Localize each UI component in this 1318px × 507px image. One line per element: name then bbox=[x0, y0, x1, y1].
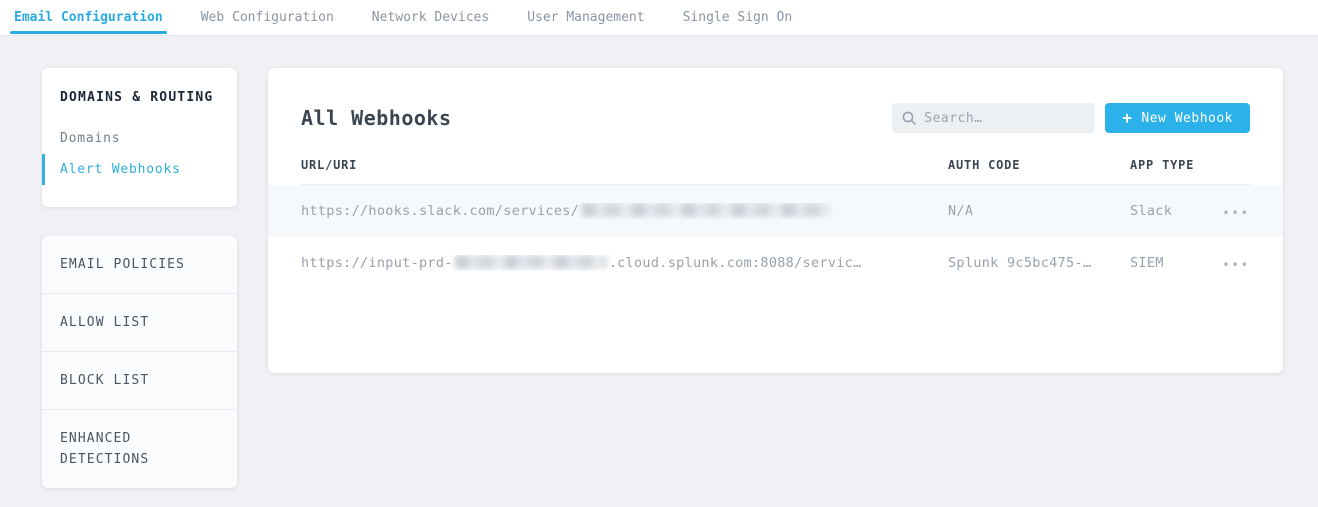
redacted-url-segment bbox=[582, 203, 830, 217]
column-header-url: URL/URI bbox=[301, 158, 948, 172]
column-header-app: APP TYPE bbox=[1130, 158, 1208, 172]
tab-single-sign-on[interactable]: Single Sign On bbox=[679, 0, 797, 35]
sidebar-item-block-list[interactable]: BLOCK LIST bbox=[42, 352, 237, 410]
table-row[interactable]: https://hooks.slack.com/services/ N/A Sl… bbox=[268, 185, 1283, 237]
top-tab-bar: Email Configuration Web Configuration Ne… bbox=[0, 0, 1318, 36]
sidebar-item-enhanced-detections[interactable]: ENHANCED DETECTIONS bbox=[42, 410, 237, 488]
sidebar-item-email-policies[interactable]: EMAIL POLICIES bbox=[42, 236, 237, 294]
search-input[interactable] bbox=[924, 111, 1085, 126]
tab-network-devices[interactable]: Network Devices bbox=[368, 0, 493, 35]
page-title: All Webhooks bbox=[301, 106, 892, 130]
page-content: DOMAINS & ROUTING Domains Alert Webhooks… bbox=[0, 36, 1318, 488]
app-type-cell: SIEM bbox=[1130, 255, 1208, 271]
tab-web-configuration[interactable]: Web Configuration bbox=[197, 0, 338, 35]
auth-code-cell: N/A bbox=[948, 203, 1130, 219]
tab-user-management[interactable]: User Management bbox=[523, 0, 648, 35]
auth-code-cell: Splunk 9c5bc475-… bbox=[948, 255, 1130, 271]
webhook-url-cell: https://input-prd-.cloud.splunk.com:8088… bbox=[301, 255, 948, 271]
search-box[interactable] bbox=[892, 103, 1095, 133]
new-webhook-button[interactable]: + New Webhook bbox=[1105, 103, 1250, 133]
row-menu-ellipsis-icon[interactable]: ••• bbox=[1222, 207, 1250, 219]
redacted-url-segment bbox=[455, 255, 607, 269]
panel-header: All Webhooks + New Webhook bbox=[301, 103, 1250, 133]
table-header-row: URL/URI AUTH CODE APP TYPE bbox=[301, 158, 1250, 185]
plus-icon: + bbox=[1122, 110, 1132, 126]
search-icon bbox=[902, 111, 916, 125]
domains-routing-title: DOMAINS & ROUTING bbox=[42, 90, 237, 105]
sidebar-item-allow-list[interactable]: ALLOW LIST bbox=[42, 294, 237, 352]
webhooks-panel: All Webhooks + New Webhook URL/URI AUTH … bbox=[268, 68, 1283, 373]
column-header-auth: AUTH CODE bbox=[948, 158, 1130, 172]
table-row[interactable]: https://input-prd-.cloud.splunk.com:8088… bbox=[301, 237, 1250, 289]
sidebar: DOMAINS & ROUTING Domains Alert Webhooks… bbox=[42, 68, 237, 488]
webhook-url-cell: https://hooks.slack.com/services/ bbox=[301, 203, 948, 219]
domains-routing-card: DOMAINS & ROUTING Domains Alert Webhooks bbox=[42, 68, 237, 207]
app-type-cell: Slack bbox=[1130, 203, 1208, 219]
tab-email-configuration[interactable]: Email Configuration bbox=[10, 0, 167, 35]
sidebar-item-alert-webhooks[interactable]: Alert Webhooks bbox=[42, 154, 237, 185]
sidebar-item-domains[interactable]: Domains bbox=[42, 123, 237, 154]
policy-nav-card: EMAIL POLICIES ALLOW LIST BLOCK LIST ENH… bbox=[42, 236, 237, 488]
webhooks-table: URL/URI AUTH CODE APP TYPE https://hooks… bbox=[301, 158, 1250, 289]
new-webhook-button-label: New Webhook bbox=[1141, 111, 1233, 126]
row-menu-ellipsis-icon[interactable]: ••• bbox=[1222, 259, 1250, 271]
